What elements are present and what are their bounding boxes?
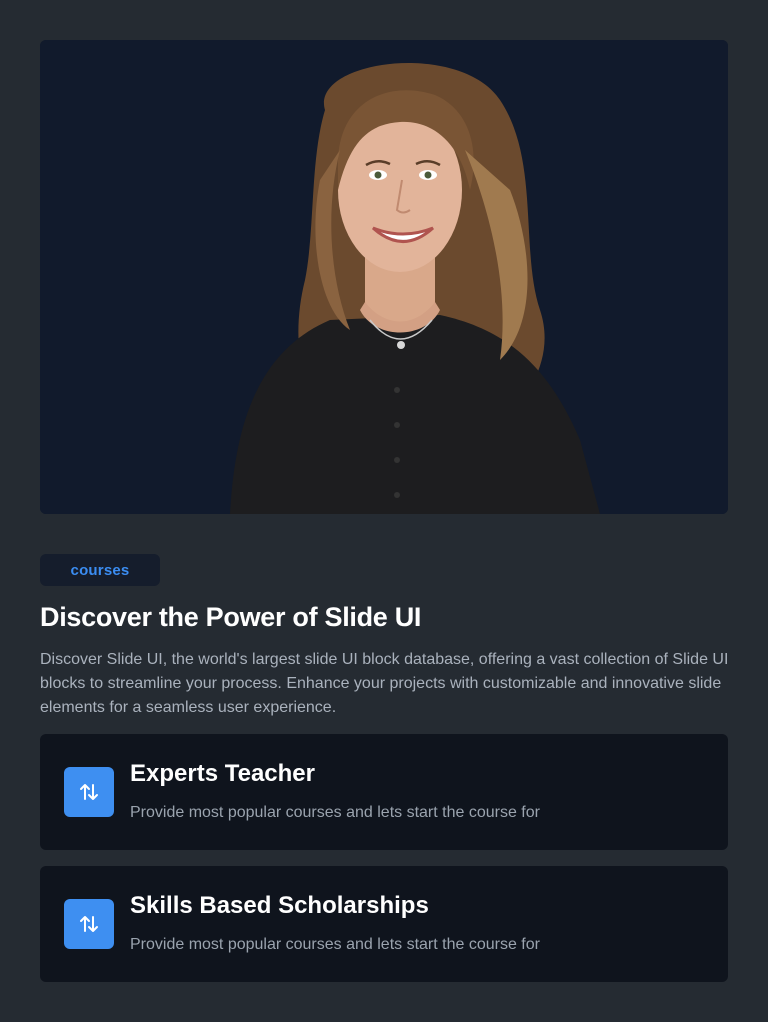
- feature-card[interactable]: Experts Teacher Provide most popular cou…: [40, 734, 728, 850]
- arrows-up-down-icon: [64, 767, 114, 817]
- feature-title: Experts Teacher: [130, 760, 315, 787]
- page: courses Discover the Power of Slide UI D…: [0, 0, 768, 1022]
- category-badge: courses: [40, 554, 160, 586]
- feature-text: Provide most popular courses and lets st…: [130, 804, 540, 821]
- section-description: Discover Slide UI, the world's largest s…: [40, 651, 729, 716]
- hero-image: [40, 40, 728, 514]
- arrows-up-down-icon: [64, 899, 114, 949]
- portrait-illustration: [40, 40, 728, 514]
- feature-card[interactable]: Skills Based Scholarships Provide most p…: [40, 866, 728, 982]
- section-title: Discover the Power of Slide UI: [40, 602, 422, 632]
- feature-title: Skills Based Scholarships: [130, 892, 429, 919]
- feature-text: Provide most popular courses and lets st…: [130, 936, 540, 953]
